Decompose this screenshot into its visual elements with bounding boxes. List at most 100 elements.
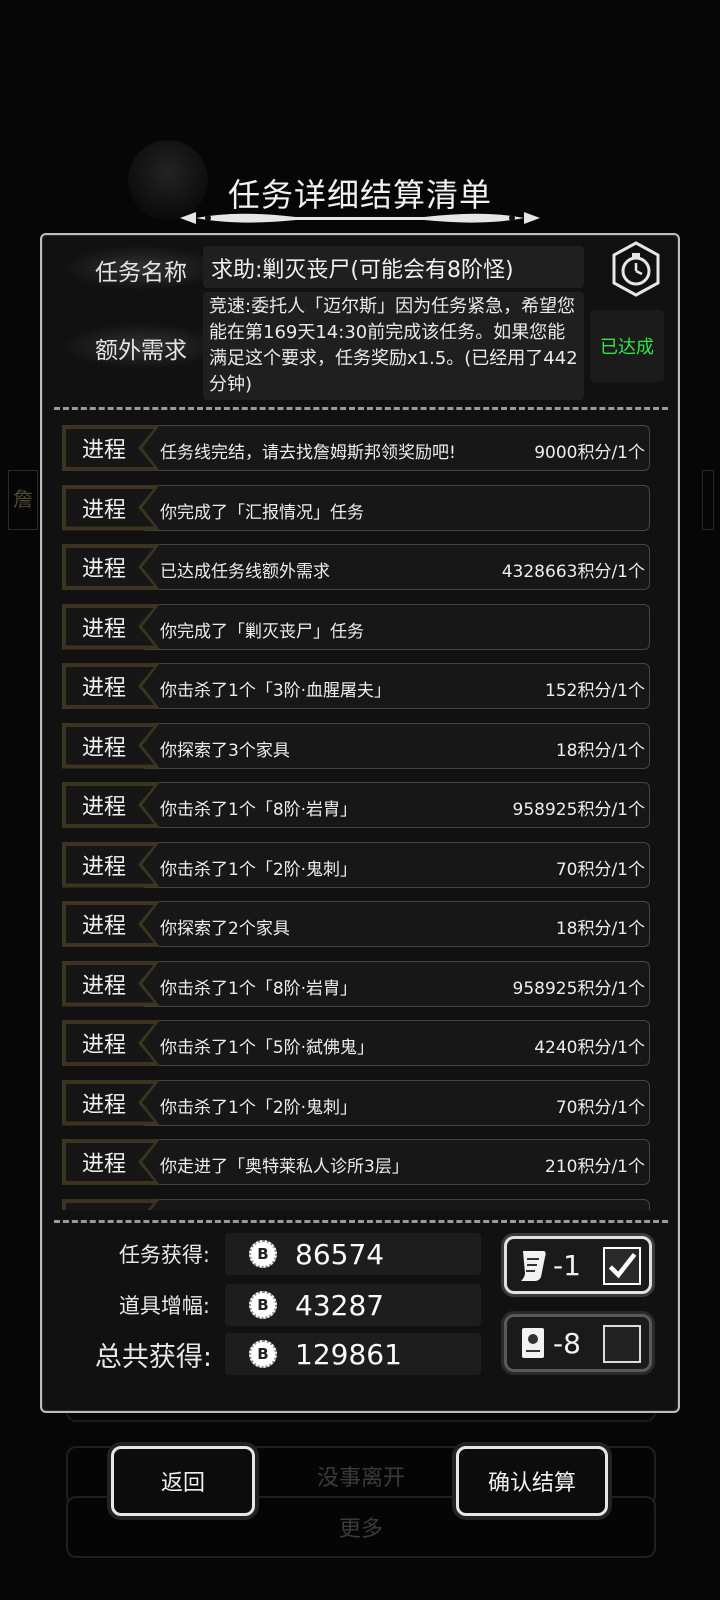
progress-tag: 进程 [81, 438, 126, 463]
progress-tag: 进程 [81, 1033, 126, 1058]
scroll-icon [521, 1251, 546, 1281]
total-earned-label: 总共获得: [94, 1342, 212, 1373]
progress-row-points: 958925积分/1个 [512, 800, 645, 820]
progress-row: 你击杀了1个「2阶·鬼刺」 70积分/1个 进程 [54, 839, 656, 889]
background-side-tab: 詹 [8, 470, 38, 530]
progress-tag: 进程 [81, 1152, 126, 1177]
progress-row-body: 你击杀了1个「2阶·鬼刺」 70积分/1个 [144, 841, 650, 888]
progress-row-body: 你击杀了1个「8阶·岩胄」 958925积分/1个 [144, 782, 650, 828]
progress-tag: 进程 [81, 1092, 126, 1118]
progress-row-points: 4240积分/1个 [534, 1038, 645, 1058]
background-side-tab-right [702, 470, 714, 530]
card-item-toggle[interactable]: -8 [504, 1314, 652, 1372]
progress-row-text: 你击杀了1个「8阶·岩胄」 [160, 978, 358, 999]
coin-icon: B [249, 1240, 277, 1268]
progress-tag: 进程 [81, 676, 126, 701]
progress-row-body: 你完成了「剿灭丧尸」任务 [144, 603, 650, 650]
progress-row-points: 18积分/1个 [555, 740, 645, 761]
item-bonus-value: 43287 [295, 1289, 385, 1322]
progress-row-text: 你击杀了1个「5阶·弑佛鬼」 [160, 1038, 375, 1058]
progress-row: 任务线完结，请去找詹姆斯邦领奖励吧! 9000积分/1个 进程 [54, 422, 656, 472]
progress-row-text: 你完成了「汇报情况」任务 [160, 502, 364, 523]
progress-tag: 进程 [81, 914, 126, 939]
card-item-cost: -8 [553, 1327, 581, 1360]
divider [54, 1220, 668, 1223]
progress-row-points: 4328663积分/1个 [501, 562, 645, 582]
progress-row: 你击杀了1个「8阶·岩胄」 958925积分/1个 进程 [54, 958, 656, 1008]
progress-row-body: 你击杀了1个「5阶·弑佛鬼」 4240积分/1个 [144, 1020, 650, 1066]
progress-row-body: 你击杀了1个「2阶·鬼刺」 70积分/1个 [144, 1079, 650, 1126]
coin-icon: B [249, 1340, 277, 1368]
progress-row-points: 70积分/1个 [555, 1097, 645, 1118]
progress-row-body: 你击杀了1个「8阶·岩胄」 958925积分/1个 [144, 960, 650, 1007]
progress-row-text: 你完成了「剿灭丧尸」任务 [160, 621, 364, 642]
progress-tag: 进程 [81, 795, 126, 820]
progress-row-text: 你击杀了1个「8阶·岩胄」 [160, 800, 358, 820]
progress-row: 你击杀了1个「5阶·弑佛鬼」 4240积分/1个 进程 [54, 1017, 656, 1067]
progress-row: 你击杀了1个「3阶·血腥屠夫」 152积分/1个 进程 [54, 660, 656, 710]
scroll-item-cost: -1 [553, 1249, 581, 1282]
total-earned-value: 129861 [295, 1338, 402, 1371]
progress-row-body: 你探索了2个家具 18积分/1个 [144, 901, 650, 947]
progress-row-body: 你完成了「汇报情况」任务 [144, 484, 650, 531]
progress-row-points: 9000积分/1个 [534, 443, 645, 463]
progress-row: 你完成了「剿灭丧尸」任务 进程 [54, 601, 656, 651]
progress-row-text: 你击杀了1个「3阶·血腥屠夫」 [160, 681, 392, 701]
checkmark-icon [608, 1252, 637, 1279]
requirement-status-badge: 已达成 [590, 310, 664, 382]
item-bonus-label: 道具增幅: [118, 1294, 210, 1318]
extra-requirement-label: 额外需求 [95, 338, 187, 364]
confirm-settlement-button[interactable]: 确认结算 [456, 1446, 608, 1516]
progress-row: 你探索了3个家具 18积分/1个 进程 [54, 720, 656, 770]
extra-requirement-text: 竞速:委托人「迈尔斯」因为任务紧急，希望您能在第169天14:30前完成该任务。… [203, 292, 584, 400]
progress-row: 你击杀了1个「8阶·岩胄」 958925积分/1个 进程 [54, 779, 656, 829]
progress-row-body: 已达成任务线额外需求 4328663积分/1个 [144, 544, 650, 590]
progress-tag: 进程 [81, 973, 126, 999]
progress-row-points: 18积分/1个 [555, 919, 645, 939]
mission-earned-box: B 86574 [225, 1233, 481, 1275]
title-ornament-icon [180, 212, 540, 224]
total-earned-box: B 129861 [225, 1333, 481, 1375]
mission-name-value: 求助:剿灭丧尸(可能会有8阶怪) [211, 258, 514, 283]
progress-row-points: 210积分/1个 [545, 1157, 645, 1177]
progress-tag: 进程 [81, 616, 126, 642]
progress-row-body: 你走进了「奥特莱私人诊所3层」 210积分/1个 [144, 1139, 650, 1185]
card-item-checkbox[interactable] [603, 1325, 641, 1363]
progress-row: 你走进了「奥特莱私人诊所3层」 210积分/1个 进程 [54, 1136, 656, 1186]
progress-row: 你击杀了1个「2阶·鬼刺」 70积分/1个 进程 [54, 1077, 656, 1127]
progress-row: 你探索了2个家具 18积分/1个 进程 [54, 898, 656, 948]
item-bonus-box: B 43287 [225, 1284, 481, 1326]
progress-row-body: 你探索了3个家具 18积分/1个 [144, 722, 650, 769]
progress-tag: 进程 [81, 557, 126, 582]
mission-earned-value: 86574 [295, 1238, 385, 1271]
progress-row-text: 已达成任务线额外需求 [160, 562, 330, 582]
progress-tag: 进程 [81, 735, 126, 761]
progress-row-body: 你击杀了1个「3阶·血腥屠夫」 152积分/1个 [144, 663, 650, 709]
progress-row-points: 70积分/1个 [555, 859, 645, 880]
progress-list[interactable]: 任务线完结，请去找詹姆斯邦领奖励吧! 9000积分/1个 进程 你完成了「汇报情况」任… [54, 422, 656, 1222]
progress-tag: 进程 [81, 497, 126, 523]
scroll-item-checkbox[interactable] [603, 1247, 641, 1285]
progress-row-text: 你探索了2个家具 [160, 919, 290, 939]
stopwatch-icon [612, 241, 660, 297]
progress-row-points: 152积分/1个 [545, 681, 645, 701]
progress-row-points: 958925积分/1个 [512, 978, 645, 999]
progress-row-text: 你击杀了1个「2阶·鬼刺」 [160, 859, 358, 880]
progress-row: 已达成任务线额外需求 4328663积分/1个 进程 [54, 541, 656, 591]
mission-name-field: 求助:剿灭丧尸(可能会有8阶怪) [203, 246, 584, 288]
progress-row-body: 任务线完结，请去找詹姆斯邦领奖励吧! 9000积分/1个 [144, 425, 650, 471]
progress-row: 你完成了「汇报情况」任务 进程 [54, 482, 656, 532]
progress-row-text: 你走进了「奥特莱私人诊所3层」 [160, 1157, 409, 1177]
progress-tag: 进程 [81, 854, 126, 880]
back-button[interactable]: 返回 [111, 1446, 255, 1516]
progress-row-text: 你击杀了1个「2阶·鬼刺」 [160, 1097, 358, 1118]
divider [54, 407, 668, 410]
scroll-item-toggle[interactable]: -1 [504, 1236, 652, 1294]
settlement-dialog: 任务名称 求助:剿灭丧尸(可能会有8阶怪) 额外需求 竞速:委托人「迈尔斯」因为… [40, 233, 680, 1413]
mission-earned-label: 任务获得: [118, 1243, 210, 1267]
card-icon [522, 1328, 544, 1358]
mission-name-label: 任务名称 [95, 260, 187, 286]
progress-row-text: 任务线完结，请去找詹姆斯邦领奖励吧! [160, 443, 456, 463]
progress-row-text: 你探索了3个家具 [160, 740, 290, 761]
coin-icon: B [249, 1291, 277, 1319]
